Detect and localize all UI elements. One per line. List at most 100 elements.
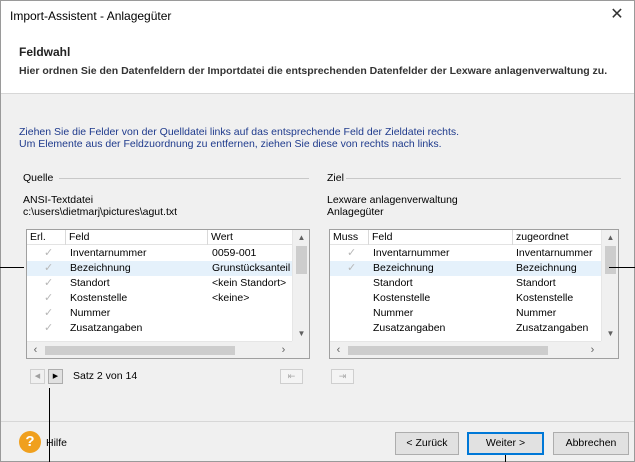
help-icon[interactable]: ? [19,431,41,453]
source-field-name: Standort [70,277,110,289]
target-app-name: Lexware anlagenverwaltung [327,194,458,206]
next-button[interactable]: Weiter > [467,432,544,455]
source-field-name: Bezeichnung [70,262,131,274]
scroll-left-icon[interactable]: ‹ [27,342,44,358]
check-icon: ✓ [44,322,54,334]
source-horizontal-scrollbar[interactable]: ‹ › [27,341,292,358]
source-file-info: ANSI-Textdatei c:\users\dietmarj\picture… [23,194,177,218]
source-field-value: 0059-001 [212,247,257,259]
target-list-header: Muss Feld zugeordnet [330,230,602,245]
source-field-list[interactable]: Erl. Feld Wert ✓ Inventarnummer 0059-001… [26,229,310,359]
source-field-value: <kein Standort> [212,277,287,289]
column-header-wert[interactable]: Wert [208,230,293,245]
source-field-value [212,321,293,336]
scroll-left-icon[interactable]: ‹ [330,342,347,358]
list-item[interactable]: Zusatzangaben Zusatzangaben [330,321,602,336]
column-header-muss[interactable]: Muss [330,230,369,245]
list-item-selected[interactable]: ✓ Bezeichnung Bezeichnung [330,261,602,276]
target-field-assigned: Standort [516,277,556,289]
wizard-header: Feldwahl Hier ordnen Sie den Datenfelder… [1,31,634,94]
page-subtitle: Hier ordnen Sie den Datenfeldern der Imp… [19,65,608,77]
scroll-thumb[interactable] [296,246,307,274]
title-bar: Import-Assistent - Anlagegüter ✕ [1,1,634,31]
import-wizard-window: Import-Assistent - Anlagegüter ✕ Feldwah… [0,0,635,462]
target-field-assigned: Kostenstelle [516,292,574,304]
cancel-button[interactable]: Abbrechen [553,432,629,455]
scroll-thumb[interactable] [605,246,616,274]
source-file-type: ANSI-Textdatei [23,194,94,206]
scrollbar-corner [292,341,309,358]
annotation-arrow-right [609,267,635,268]
target-field-name: Zusatzangaben [373,322,446,334]
source-field-name: Inventarnummer [70,247,147,259]
target-horizontal-scrollbar[interactable]: ‹ › [330,341,601,358]
list-item[interactable]: ✓ Zusatzangaben [27,321,293,336]
close-icon[interactable]: ✕ [606,4,628,26]
check-icon: ✓ [347,262,357,274]
scroll-up-icon[interactable]: ▲ [293,230,309,245]
source-field-value [212,306,293,321]
list-item[interactable]: ✓ Nummer [27,306,293,321]
window-title: Import-Assistent - Anlagegüter [10,9,172,23]
source-file-path: c:\users\dietmarj\pictures\agut.txt [23,206,178,218]
check-icon: ✓ [347,247,357,259]
target-field-assigned: Zusatzangaben [516,322,589,334]
source-field-value: <keine> [212,292,250,304]
annotation-arrow-next [505,455,506,462]
target-field-name: Bezeichnung [373,262,434,274]
scroll-thumb[interactable] [348,346,548,355]
source-group-label: Quelle [23,172,54,184]
source-group-divider [59,178,309,179]
list-item[interactable]: ✓ Kostenstelle <keine> [27,291,293,306]
target-info: Lexware anlagenverwaltung Anlagegüter [327,194,458,218]
list-item[interactable]: Kostenstelle Kostenstelle [330,291,602,306]
scroll-thumb[interactable] [45,346,235,355]
source-vertical-scrollbar[interactable]: ▲ ▼ [292,230,309,341]
column-header-feld[interactable]: Feld [66,230,208,245]
source-field-value: Grunstücksanteil I [212,262,293,274]
scroll-right-icon[interactable]: › [275,342,292,358]
target-field-name: Kostenstelle [373,292,431,304]
list-item[interactable]: ✓ Standort <kein Standort> [27,276,293,291]
target-group-label: Ziel [327,172,344,184]
list-item[interactable]: ✓ Inventarnummer Inventarnummer [330,246,602,261]
target-field-name: Nummer [373,307,414,319]
check-icon: ✓ [44,292,54,304]
scrollbar-corner [601,341,618,358]
assign-field-button[interactable]: ⇥ [331,369,354,384]
column-header-erl[interactable]: Erl. [27,230,66,245]
source-list-header: Erl. Feld Wert [27,230,293,245]
list-item[interactable]: ✓ Inventarnummer 0059-001 [27,246,293,261]
check-icon: ✓ [44,262,54,274]
check-icon: ✓ [44,307,54,319]
check-icon: ✓ [44,277,54,289]
unassign-field-button[interactable]: ⇤ [280,369,303,384]
list-item-selected[interactable]: ✓ Bezeichnung Grunstücksanteil I [27,261,293,276]
target-group-divider [346,178,621,179]
instruction-line-2: Um Elemente aus der Feldzuordnung zu ent… [19,138,442,150]
column-header-zugeordnet[interactable]: zugeordnet [513,230,602,245]
list-item[interactable]: Nummer Nummer [330,306,602,321]
list-item[interactable]: Standort Standort [330,276,602,291]
back-button[interactable]: < Zurück [395,432,459,455]
scroll-up-icon[interactable]: ▲ [602,230,618,245]
instructions: Ziehen Sie die Felder von der Quelldatei… [19,126,459,150]
page-title: Feldwahl [19,45,71,59]
annotation-arrow-left [0,267,24,268]
instruction-line-1: Ziehen Sie die Felder von der Quelldatei… [19,126,460,138]
target-field-list[interactable]: Muss Feld zugeordnet ✓ Inventarnummer In… [329,229,619,359]
target-field-name: Standort [373,277,413,289]
check-icon: ✓ [44,247,54,259]
scroll-down-icon[interactable]: ▼ [602,326,618,341]
target-vertical-scrollbar[interactable]: ▲ ▼ [601,230,618,341]
scroll-down-icon[interactable]: ▼ [293,326,309,341]
annotation-arrow-nav [49,388,50,462]
target-field-name: Inventarnummer [373,247,450,259]
source-field-name: Zusatzangaben [70,322,143,334]
column-header-feld[interactable]: Feld [369,230,513,245]
target-field-assigned: Nummer [516,307,557,319]
footer-divider [1,421,634,422]
previous-record-button[interactable]: ◀ [30,369,45,384]
scroll-right-icon[interactable]: › [584,342,601,358]
next-record-button[interactable]: ▶ [48,369,63,384]
